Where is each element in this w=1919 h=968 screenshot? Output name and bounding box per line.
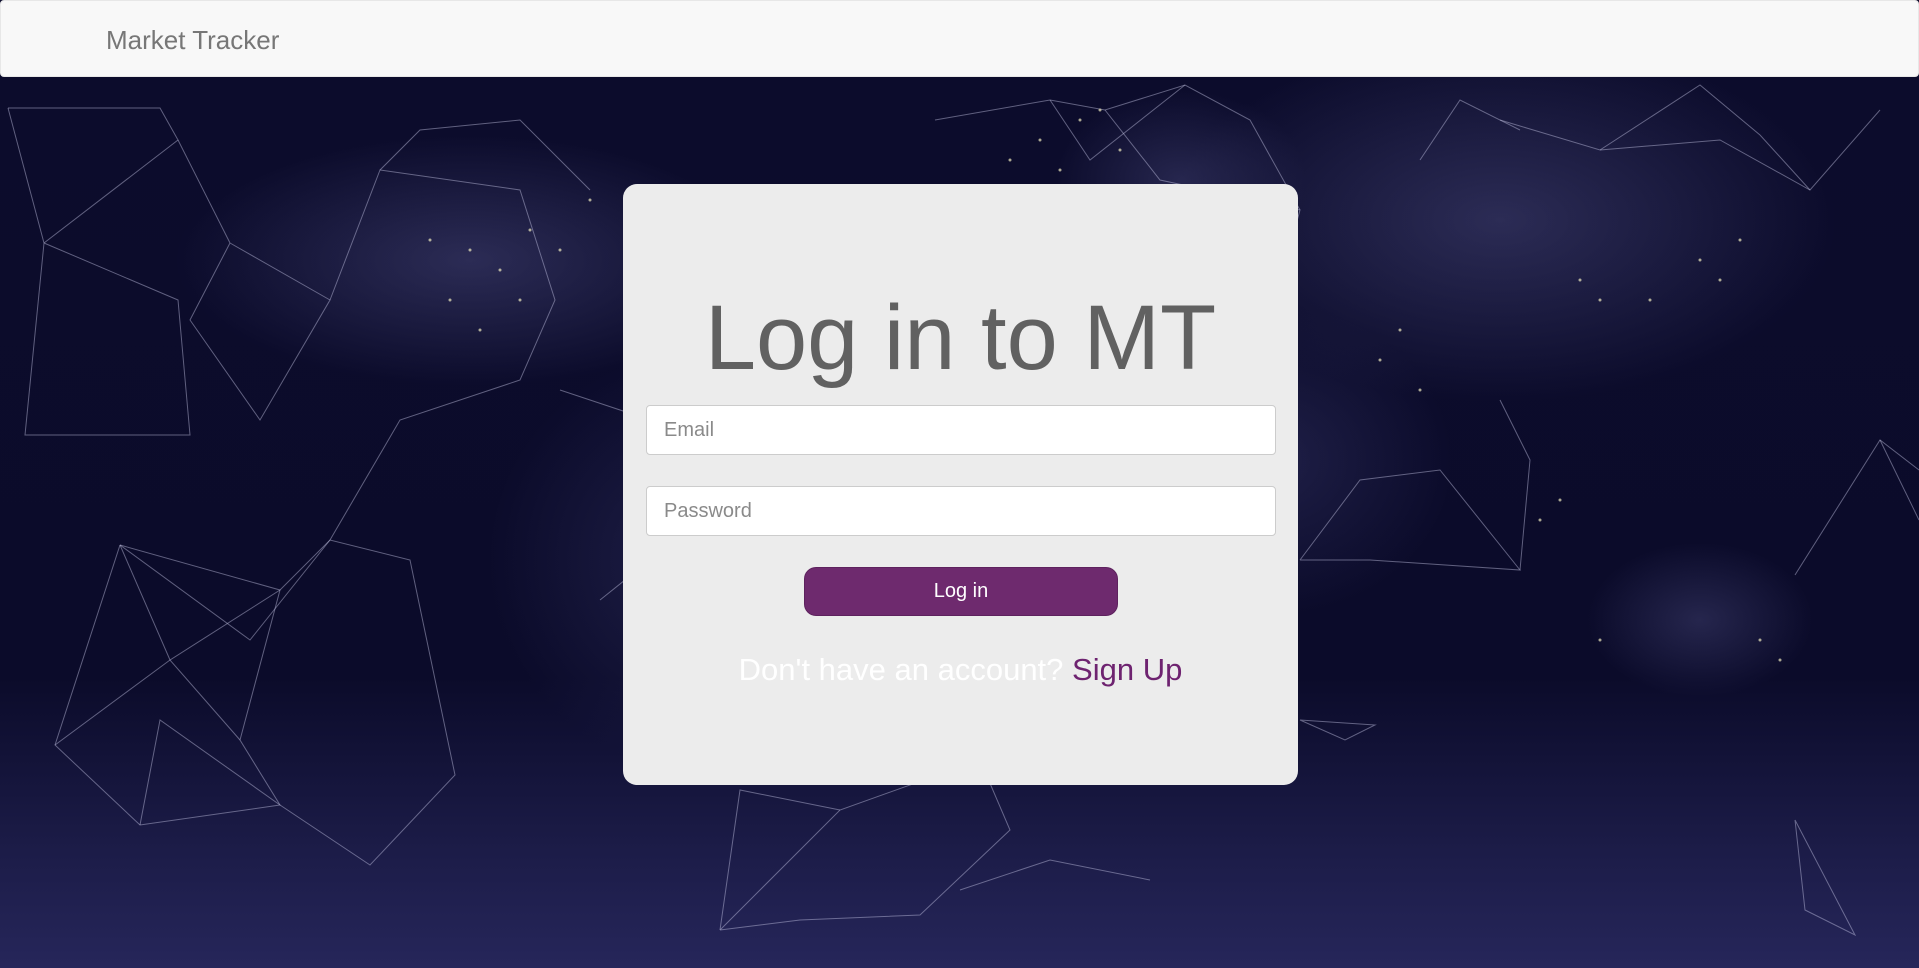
password-field[interactable]	[646, 486, 1276, 536]
top-navbar: Market Tracker	[0, 0, 1919, 77]
brand-link[interactable]: Market Tracker	[106, 25, 279, 56]
signup-link[interactable]: Sign Up	[1072, 652, 1182, 687]
login-button[interactable]: Log in	[804, 567, 1118, 616]
signup-row: Don't have an account? Sign Up	[623, 652, 1298, 688]
signup-prompt: Don't have an account?	[738, 652, 1073, 687]
page-title: Log in to MT	[704, 287, 1217, 389]
email-field[interactable]	[646, 405, 1276, 455]
login-card: Log in to MT Log in Don't have an accoun…	[623, 184, 1298, 785]
